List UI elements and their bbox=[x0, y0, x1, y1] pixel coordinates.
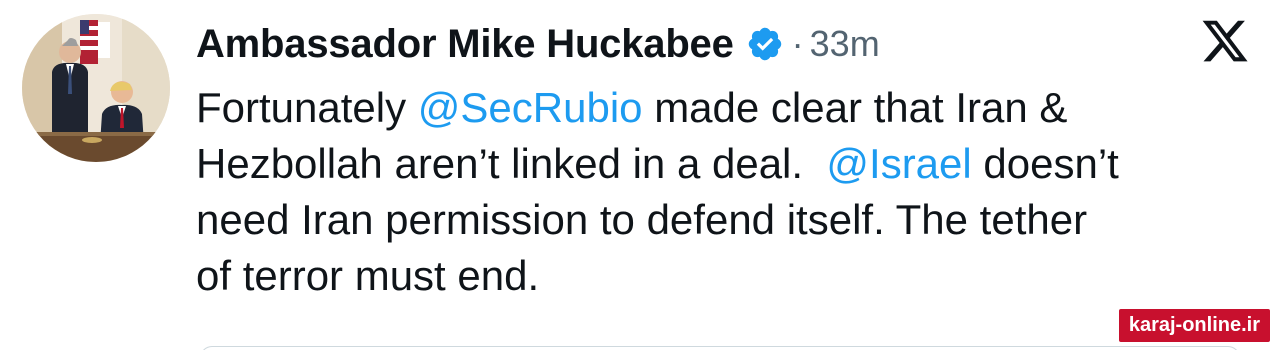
tweet-text: Fortunately @SecRubio made clear that Ir… bbox=[196, 80, 1236, 304]
verified-badge-icon bbox=[746, 25, 784, 63]
tweet-text-segment: Fortunately bbox=[196, 84, 418, 131]
tweet-text-segment: made clear that Iran & bbox=[642, 84, 1068, 131]
tweet-text-segment: Hezbollah aren’t linked in a deal. bbox=[196, 140, 827, 187]
tweet-line: Fortunately @SecRubio made clear that Ir… bbox=[196, 80, 1236, 136]
header-separator: · bbox=[791, 23, 804, 64]
mention-secrubio[interactable]: @SecRubio bbox=[418, 84, 643, 131]
tweet-line: of terror must end. bbox=[196, 252, 540, 299]
mention-israel[interactable]: @Israel bbox=[826, 140, 971, 187]
tweet-header: Ambassador Mike Huckabee · 33m bbox=[196, 18, 880, 70]
embedded-card-edge bbox=[200, 346, 1240, 350]
tweet-timestamp[interactable]: 33m bbox=[810, 23, 880, 65]
watermark: karaj-online.ir bbox=[1118, 309, 1270, 342]
x-logo-icon[interactable] bbox=[1200, 16, 1250, 66]
author-name[interactable]: Ambassador Mike Huckabee bbox=[196, 22, 734, 67]
author-avatar[interactable] bbox=[22, 14, 170, 162]
tweet-line: Hezbollah aren’t linked in a deal. @Isra… bbox=[196, 136, 1236, 192]
tweet-line: need Iran permission to defend itself. T… bbox=[196, 196, 1088, 243]
tweet-text-segment: doesn’t bbox=[971, 140, 1119, 187]
avatar-photo bbox=[22, 14, 170, 162]
